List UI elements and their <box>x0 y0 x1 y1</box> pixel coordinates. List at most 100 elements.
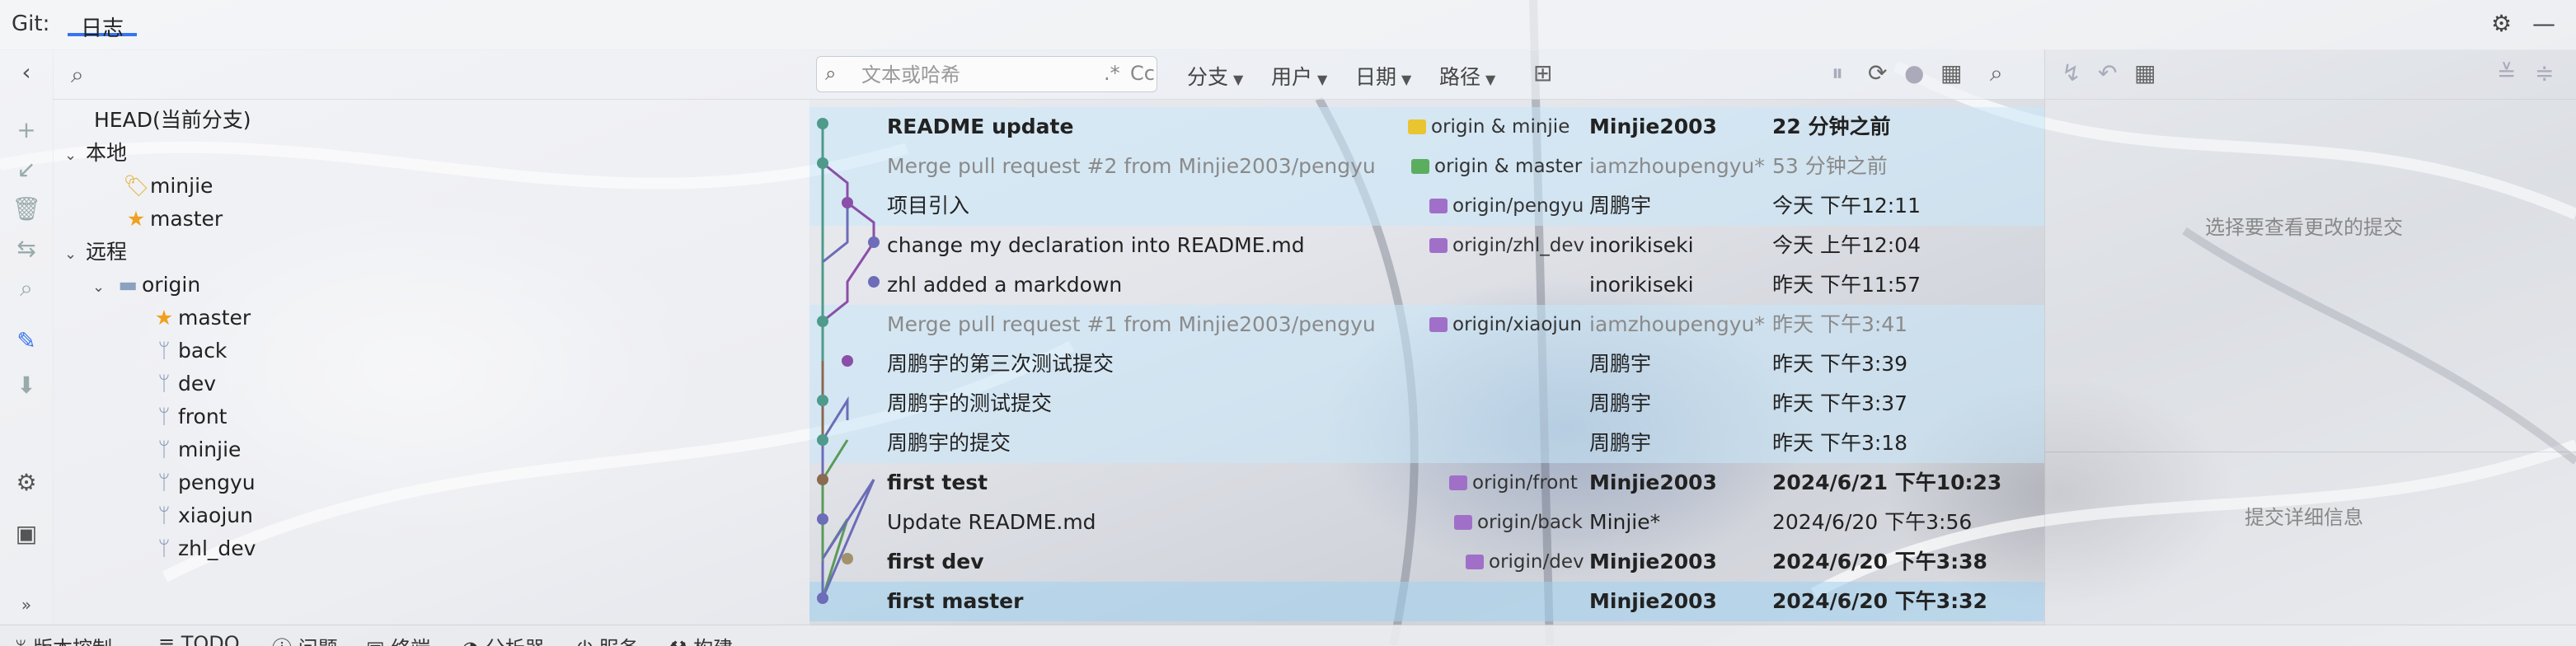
commit-list: README update origin & minjie Minjie2003… <box>809 107 2044 621</box>
pause-icon[interactable]: ⏸ <box>1832 59 1843 87</box>
commit-row[interactable]: zhl added a markdown inorikiseki 昨天 下午11… <box>809 265 2044 305</box>
tree-item-remote-dev[interactable]: ᛘ dev <box>150 367 216 400</box>
commit-row[interactable]: 周鹏宇的第三次测试提交 周鹏宇 昨天 下午3:39 <box>809 344 2044 384</box>
commit-row[interactable]: first master Minjie2003 2024/6/20 下午3:32 <box>809 582 2044 621</box>
commit-details-panel: ↯ ↶ ▦ ≚ ≑ 选择要查看更改的提交 提交详细信息 <box>2044 49 2576 626</box>
commit-row[interactable]: 周鹏宇的测试提交 周鹏宇 昨天 下午3:37 <box>809 384 2044 424</box>
tool-build[interactable]: ⚒ 构建 <box>669 632 733 646</box>
commit-row[interactable]: first test origin/front Minjie2003 2024/… <box>809 463 2044 503</box>
tree-item-local-master[interactable]: ★ master <box>122 203 223 236</box>
commit-author: 周鹏宇 <box>1589 391 1652 415</box>
collapse-icon[interactable]: ‹ <box>12 58 41 87</box>
tree-item-remote-xiaojun[interactable]: ᛘ xiaojun <box>150 499 253 532</box>
folder-icon[interactable]: ▣ <box>12 519 41 549</box>
gear-icon[interactable]: ⚙ <box>2491 10 2512 37</box>
cherry-pick-icon[interactable]: ● <box>1904 59 1924 87</box>
chevron-down-icon[interactable]: ⌄ <box>64 238 86 271</box>
branch-search-bar[interactable]: ⌕ <box>53 49 809 100</box>
tree-node-remote[interactable]: ⌄ 远程 <box>64 236 127 269</box>
tree-item-remote-front[interactable]: ᛘ front <box>150 400 227 433</box>
commit-node <box>817 157 828 169</box>
ref-label: origin/pengyu <box>1452 195 1584 217</box>
tree-node-local[interactable]: ⌄ 本地 <box>64 137 127 170</box>
tree-item-remote-minjie[interactable]: ᛘ minjie <box>150 433 241 466</box>
caret-down-icon: ▼ <box>1233 72 1244 87</box>
commit-row[interactable]: Merge pull request #2 from Minjie2003/pe… <box>809 147 2044 186</box>
commit-node <box>817 395 828 406</box>
expand-more-icon[interactable]: » <box>12 590 41 620</box>
tool-label: 问题 <box>298 637 338 646</box>
edit-icon[interactable]: ✎ <box>12 326 41 356</box>
new-tab-icon[interactable]: ⊞ <box>1533 59 1552 87</box>
bottom-tool-bar: ᛘ 版本控制 ≡ TODO ⓘ 问题 ▣ 终端 ◔ 分析器 ⏻ 服务 ⚒ 构建 <box>0 625 2576 646</box>
tree-item-remote-master[interactable]: ★ master <box>150 302 251 335</box>
expand-all-icon[interactable]: ≑ <box>2535 59 2554 87</box>
tool-todo[interactable]: ≡ TODO <box>158 632 240 646</box>
tool-terminal[interactable]: ▣ 终端 <box>366 632 430 646</box>
tag-icon <box>1429 238 1448 253</box>
tree-item-local-minjie[interactable]: 🏷minjie <box>122 170 213 203</box>
undo-icon[interactable]: ↶ <box>2098 59 2117 87</box>
commit-row[interactable]: change my declaration into README.md ori… <box>809 226 2044 265</box>
commit-row[interactable]: first dev origin/dev Minjie2003 2024/6/2… <box>809 542 2044 582</box>
commit-ref: origin/xiaojun <box>1429 305 1582 344</box>
tree-item-remote-back[interactable]: ᛘ back <box>150 335 227 367</box>
chevron-down-icon[interactable]: ⌄ <box>64 139 86 172</box>
filter-date[interactable]: 日期 ▼ <box>1355 61 1411 91</box>
commit-message: 周鹏宇的提交 <box>887 431 1011 455</box>
tool-problems[interactable]: ⓘ 问题 <box>272 632 338 646</box>
log-toolbar: ⌕ .* Cc 分支 ▼ 用户 ▼ 日期 ▼ 路径 ▼ ⊞ ⏸ ⟳ ● ▦ ⌕ <box>809 49 2044 100</box>
commit-row[interactable]: Update README.md origin/back Minjie* 202… <box>809 503 2044 542</box>
search-branch-icon[interactable]: ⌕ <box>12 274 41 303</box>
commit-message: first test <box>887 470 988 494</box>
commit-row[interactable]: Merge pull request #1 from Minjie2003/pe… <box>809 305 2044 344</box>
fetch-icon[interactable]: ⬇ <box>12 371 41 400</box>
refresh-icon[interactable]: ⟳ <box>1868 59 1887 87</box>
commit-search-input[interactable] <box>860 60 1077 90</box>
filter-branch[interactable]: 分支 ▼ <box>1187 61 1243 91</box>
regex-toggle[interactable]: .* <box>1104 62 1120 85</box>
commit-author: Minjie* <box>1589 510 1661 534</box>
commit-date: 昨天 下午11:57 <box>1772 273 1921 297</box>
delete-icon[interactable]: 🗑 <box>12 194 41 224</box>
commit-details-hint: 提交详细信息 <box>2245 506 2363 529</box>
tree-item-label: xiaojun <box>178 503 253 527</box>
tool-label: 版本控制 <box>33 637 112 646</box>
compare-icon[interactable]: ⇆ <box>12 234 41 264</box>
tag-icon <box>1429 199 1448 213</box>
revert-icon[interactable]: ↯ <box>2062 59 2081 87</box>
commit-author: inorikiseki <box>1589 233 1694 257</box>
tree-item-head[interactable]: HEAD(当前分支) <box>94 104 251 137</box>
add-icon[interactable]: + <box>12 115 41 145</box>
ref-label: origin/back <box>1477 512 1583 533</box>
tool-services[interactable]: ⏻ 服务 <box>577 632 639 646</box>
tab-log[interactable]: 日志 <box>68 7 138 41</box>
commit-node <box>842 197 853 208</box>
commit-message: README update <box>887 115 1074 138</box>
tool-profiler[interactable]: ◔ 分析器 <box>462 632 545 646</box>
find-icon[interactable]: ⌕ <box>1990 59 2003 87</box>
minimize-icon[interactable]: — <box>2532 10 2555 37</box>
filter-path[interactable]: 路径 ▼ <box>1439 61 1495 91</box>
tool-version-control[interactable]: ᛘ 版本控制 <box>15 632 112 646</box>
tree-item-remote-pengyu[interactable]: ᛘ pengyu <box>150 466 255 499</box>
settings-icon[interactable]: ⚙ <box>12 468 41 498</box>
tree-node-origin[interactable]: ⌄ ▬ origin <box>92 269 200 302</box>
filter-label: 路径 <box>1439 65 1481 89</box>
update-icon[interactable]: ↙ <box>12 155 41 185</box>
view-options-icon[interactable]: ▦ <box>1940 59 1962 87</box>
commit-row[interactable]: README update origin & minjie Minjie2003… <box>809 107 2044 147</box>
chevron-down-icon[interactable]: ⌄ <box>92 271 114 304</box>
commit-row[interactable]: 周鹏宇的提交 周鹏宇 昨天 下午3:18 <box>809 424 2044 463</box>
tool-window-header: Git: 日志 ⚙ — <box>0 0 2576 50</box>
view-options-icon[interactable]: ▦ <box>2134 59 2156 87</box>
commit-message: Merge pull request #2 from Minjie2003/pe… <box>887 154 1376 178</box>
collapse-all-icon[interactable]: ≚ <box>2497 59 2516 87</box>
commit-row[interactable]: 项目引入 origin/pengyu 周鹏宇 今天 下午12:11 <box>809 186 2044 226</box>
commit-date: 昨天 下午3:39 <box>1772 352 1908 376</box>
match-case-toggle[interactable]: Cc <box>1130 62 1155 85</box>
tree-item-remote-zhl-dev[interactable]: ᛘ zhl_dev <box>150 532 256 565</box>
commit-author: iamzhoupengyu* <box>1589 154 1765 178</box>
tag-icon <box>1411 159 1429 174</box>
filter-user[interactable]: 用户 ▼ <box>1271 61 1327 91</box>
